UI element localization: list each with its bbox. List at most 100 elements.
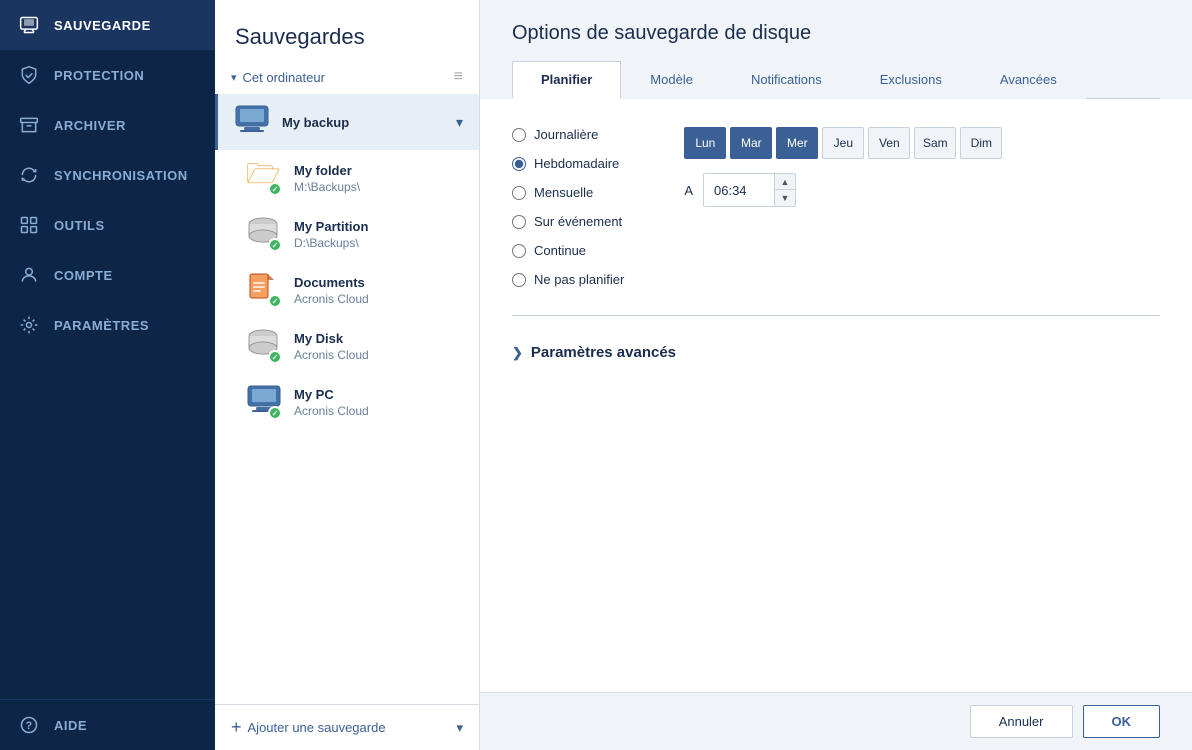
advanced-section[interactable]: ❯ Paramètres avancés: [512, 344, 1160, 361]
content-area: Options de sauvegarde de disque Planifie…: [480, 0, 1192, 750]
tab-exclusions[interactable]: Exclusions: [851, 61, 971, 99]
backup-item-icon-documents: ✓: [246, 272, 282, 308]
content-header: Options de sauvegarde de disque Planifie…: [480, 0, 1192, 99]
backup-item-documents[interactable]: ✓ Documents Acronis Cloud: [215, 262, 479, 318]
backup-item-icon-my-disk: ✓: [246, 328, 282, 364]
time-input[interactable]: [704, 174, 774, 206]
page-title: Options de sauvegarde de disque: [512, 22, 1160, 45]
backup-item-my-disk[interactable]: ✓ My Disk Acronis Cloud: [215, 318, 479, 374]
ok-button[interactable]: OK: [1083, 705, 1161, 738]
sidebar-label-synchronisation: SYNCHRONISATION: [54, 168, 188, 183]
day-btn-sam[interactable]: Sam: [914, 127, 956, 159]
backup-item-info-my-partition: My Partition D:\Backups\: [294, 219, 463, 250]
computer-section[interactable]: ▾ Cet ordinateur ≡: [215, 60, 479, 94]
sidebar-label-sauvegarde: SAUVEGARDE: [54, 18, 151, 33]
computer-menu-icon[interactable]: ≡: [454, 68, 463, 86]
help-icon: ?: [18, 714, 40, 736]
backup-item-icon-my-pc: ✓: [246, 384, 282, 420]
radio-input-ne-pas-planifier[interactable]: [512, 273, 526, 287]
radio-label-hebdomadaire: Hebdomadaire: [534, 156, 619, 171]
backup-item-name-documents: Documents: [294, 275, 463, 290]
schedule-radio-group: Journalière Hebdomadaire Mensuelle Sur é…: [512, 127, 624, 287]
time-up-button[interactable]: ▲: [775, 174, 795, 190]
radio-input-continue[interactable]: [512, 244, 526, 258]
sidebar-item-aide[interactable]: ? AIDE: [0, 700, 215, 750]
backup-item-name-my-folder: My folder: [294, 163, 463, 178]
sidebar-item-synchronisation[interactable]: SYNCHRONISATION: [0, 150, 215, 200]
radio-input-sur-evenement[interactable]: [512, 215, 526, 229]
sidebar-label-protection: PROTECTION: [54, 68, 144, 83]
day-btn-ven[interactable]: Ven: [868, 127, 910, 159]
status-badge-my-pc: ✓: [268, 406, 282, 420]
day-btn-lun[interactable]: Lun: [684, 127, 726, 159]
radio-mensuelle[interactable]: Mensuelle: [512, 185, 624, 200]
computer-chevron-icon: ▾: [231, 71, 237, 84]
tab-planifier[interactable]: Planifier: [512, 61, 621, 99]
sidebar-item-compte[interactable]: COMPTE: [0, 250, 215, 300]
backup-panel-header: Sauvegardes: [215, 0, 479, 60]
time-arrows: ▲ ▼: [774, 174, 795, 206]
add-icon: +: [231, 717, 242, 738]
backup-panel-title: Sauvegardes: [235, 24, 459, 50]
sidebar-label-aide: AIDE: [54, 718, 87, 733]
time-row: A ▲ ▼: [684, 173, 1002, 207]
backup-item-icon-my-partition: ✓: [246, 216, 282, 252]
backup-panel: Sauvegardes ▾ Cet ordinateur ≡ My b: [215, 0, 480, 750]
sidebar-item-parametres[interactable]: PARAMÈTRES: [0, 300, 215, 350]
backup-item-my-pc[interactable]: ✓ My PC Acronis Cloud: [215, 374, 479, 430]
backup-item-my-partition[interactable]: ✓ My Partition D:\Backups\: [215, 206, 479, 262]
sync-icon: [18, 164, 40, 186]
time-input-wrapper: ▲ ▼: [703, 173, 796, 207]
radio-label-journaliere: Journalière: [534, 127, 598, 142]
day-btn-mer[interactable]: Mer: [776, 127, 818, 159]
radio-continue[interactable]: Continue: [512, 243, 624, 258]
backup-item-path-my-disk: Acronis Cloud: [294, 348, 463, 362]
backup-item-expand-my-backup[interactable]: ▾: [456, 114, 463, 131]
backup-item-icon-my-folder: 🗁 ✓: [246, 160, 282, 196]
radio-hebdomadaire[interactable]: Hebdomadaire: [512, 156, 624, 171]
sidebar-item-sauvegarde[interactable]: SAUVEGARDE: [0, 0, 215, 50]
tab-avancees[interactable]: Avancées: [971, 61, 1086, 99]
backup-panel-footer[interactable]: + Ajouter une sauvegarde ▾: [215, 704, 479, 750]
backup-list: My backup ▾ 🗁 ✓ My folder M:\Backups\: [215, 94, 479, 704]
day-btn-mar[interactable]: Mar: [730, 127, 772, 159]
sidebar-item-archiver[interactable]: ARCHIVER: [0, 100, 215, 150]
radio-label-sur-evenement: Sur événement: [534, 214, 622, 229]
svg-text:?: ?: [25, 720, 32, 732]
tab-notifications[interactable]: Notifications: [722, 61, 851, 99]
backup-item-name-my-backup: My backup: [282, 115, 444, 130]
radio-input-mensuelle[interactable]: [512, 186, 526, 200]
backup-item-name-my-pc: My PC: [294, 387, 463, 402]
backup-item-info-my-folder: My folder M:\Backups\: [294, 163, 463, 194]
radio-label-mensuelle: Mensuelle: [534, 185, 593, 200]
backup-item-my-backup[interactable]: My backup ▾: [215, 94, 479, 150]
radio-journaliere[interactable]: Journalière: [512, 127, 624, 142]
day-btn-jeu[interactable]: Jeu: [822, 127, 864, 159]
sidebar-label-parametres: PARAMÈTRES: [54, 318, 149, 333]
backup-item-my-folder[interactable]: 🗁 ✓ My folder M:\Backups\: [215, 150, 479, 206]
sidebar-item-outils[interactable]: OUTILS: [0, 200, 215, 250]
tab-content-planifier: Journalière Hebdomadaire Mensuelle Sur é…: [480, 99, 1192, 692]
day-btn-dim[interactable]: Dim: [960, 127, 1002, 159]
radio-sur-evenement[interactable]: Sur événement: [512, 214, 624, 229]
sidebar-label-outils: OUTILS: [54, 218, 105, 233]
tabs: Planifier Modèle Notifications Exclusion…: [512, 61, 1160, 99]
sidebar-label-archiver: ARCHIVER: [54, 118, 126, 133]
backup-item-path-my-folder: M:\Backups\: [294, 180, 463, 194]
sidebar-item-protection[interactable]: PROTECTION: [0, 50, 215, 100]
cancel-button[interactable]: Annuler: [970, 705, 1073, 738]
divider: [512, 315, 1160, 316]
radio-input-hebdomadaire[interactable]: [512, 157, 526, 171]
time-down-button[interactable]: ▼: [775, 190, 795, 206]
advanced-chevron-icon: ❯: [512, 345, 523, 361]
radio-ne-pas-planifier[interactable]: Ne pas planifier: [512, 272, 624, 287]
time-label: A: [684, 183, 693, 198]
radio-input-journaliere[interactable]: [512, 128, 526, 142]
day-selector: Lun Mar Mer Jeu Ven Sam Dim A ▲: [684, 127, 1002, 207]
backup-item-icon-my-backup: [234, 104, 270, 140]
content-footer: Annuler OK: [480, 692, 1192, 750]
backup-item-path-my-partition: D:\Backups\: [294, 236, 463, 250]
account-icon: [18, 264, 40, 286]
backup-item-name-my-partition: My Partition: [294, 219, 463, 234]
tab-modele[interactable]: Modèle: [621, 61, 722, 99]
